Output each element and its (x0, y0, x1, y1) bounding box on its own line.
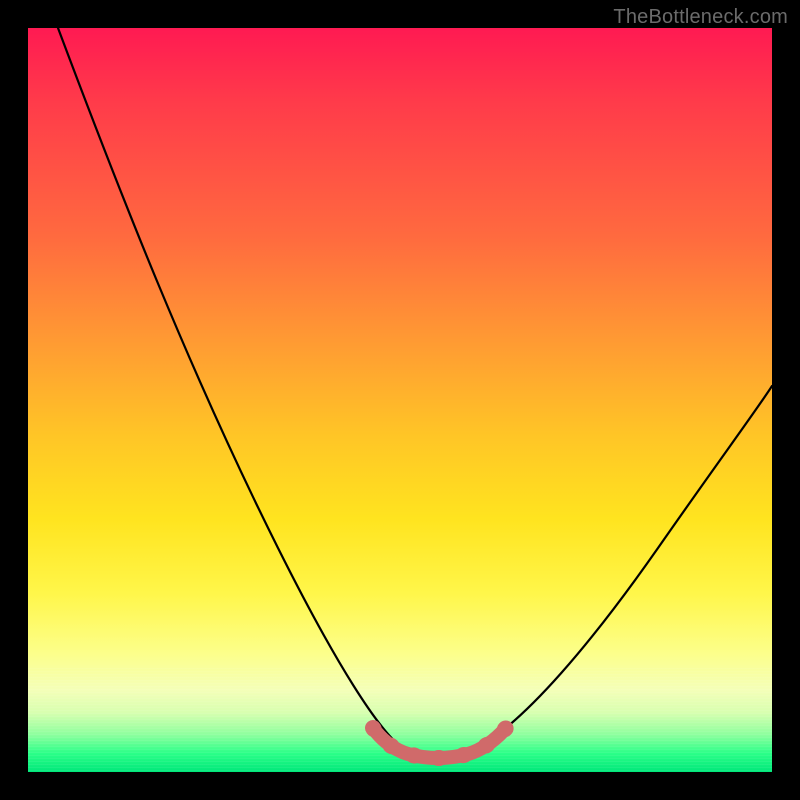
plot-area (28, 28, 772, 772)
curve-layer (28, 28, 772, 772)
bottleneck-curve (58, 28, 772, 758)
outer-frame: TheBottleneck.com (0, 0, 800, 800)
watermark-text: TheBottleneck.com (613, 6, 788, 29)
